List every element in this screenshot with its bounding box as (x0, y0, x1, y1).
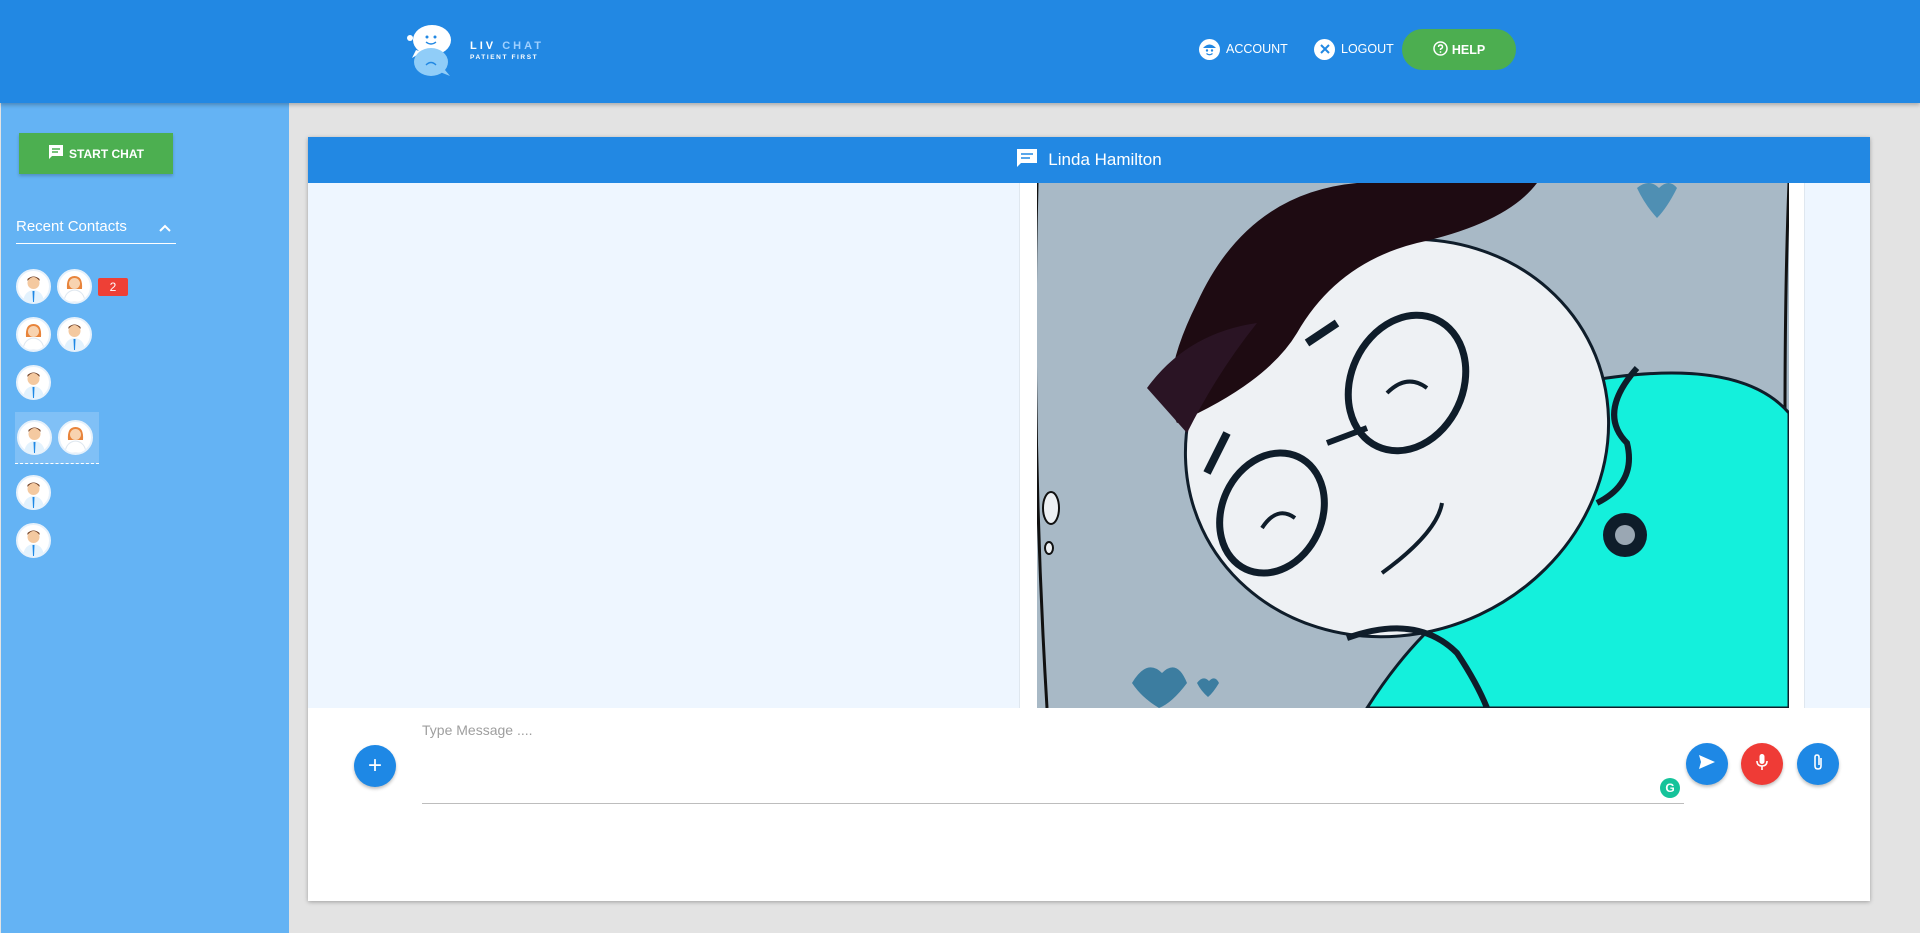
logo-title: LIV CHAT (470, 39, 544, 52)
logout-link[interactable]: LOGOUT (1314, 29, 1394, 69)
doctor-female-avatar (16, 317, 51, 352)
recent-contacts-header[interactable]: Recent Contacts (16, 218, 176, 244)
account-link[interactable]: ACCOUNT (1199, 29, 1288, 69)
voice-record-button[interactable] (1741, 743, 1783, 785)
logo-tagline: PATIENT FIRST (470, 53, 539, 61)
message-composer: + G (308, 708, 1870, 901)
recent-contacts-label: Recent Contacts (16, 218, 127, 235)
contact-group-1[interactable]: 2 (16, 269, 128, 304)
contact-group-2[interactable] (16, 317, 92, 352)
message-list[interactable] (308, 183, 1870, 708)
plus-icon: + (367, 752, 382, 779)
microphone-icon (1755, 753, 1769, 776)
start-chat-button[interactable]: START CHAT (19, 133, 173, 174)
unread-count-badge: 2 (98, 277, 128, 296)
chat-contact-name: Linda Hamilton (1048, 150, 1162, 169)
doctor-female-avatar (57, 269, 92, 304)
paperclip-icon (1812, 753, 1824, 776)
help-label: HELP (1451, 42, 1486, 57)
help-circle-icon (1433, 40, 1448, 59)
message-input[interactable] (422, 722, 1684, 804)
logout-label: LOGOUT (1341, 42, 1394, 56)
contact-group-3[interactable] (16, 365, 51, 400)
start-chat-label: START CHAT (69, 146, 144, 161)
send-icon (1698, 754, 1716, 775)
doctor-illustration-image (1037, 183, 1789, 708)
sidebar: START CHAT Recent Contacts 2 (1, 103, 289, 933)
logo-chat-bubbles-icon (404, 24, 454, 76)
contact-group-4-selected[interactable] (15, 412, 99, 464)
help-button[interactable]: HELP (1402, 29, 1516, 70)
doctor-male-avatar (16, 269, 51, 304)
close-circle-icon (1314, 38, 1335, 60)
chat-panel: Linda Hamilton + Type Message .... G (308, 137, 1870, 901)
chat-bubble-icon (1016, 148, 1038, 173)
send-button[interactable] (1686, 743, 1728, 785)
chat-header: Linda Hamilton (308, 137, 1870, 183)
doctor-male-avatar (57, 317, 92, 352)
doctor-female-avatar (58, 420, 93, 455)
image-message[interactable] (1019, 183, 1805, 708)
doctor-male-avatar (16, 523, 51, 558)
chevron-up-icon[interactable] (158, 220, 172, 237)
chat-message-icon (48, 144, 64, 163)
app-header: LIV CHAT PATIENT FIRST ACCOUNT LOGOUT HE… (0, 0, 1920, 103)
liv-chat-logo[interactable]: LIV CHAT PATIENT FIRST (404, 24, 554, 76)
doctor-male-avatar (16, 475, 51, 510)
grammarly-icon[interactable]: G (1660, 778, 1680, 798)
doctor-male-avatar (17, 420, 52, 455)
attach-file-button[interactable] (1797, 743, 1839, 785)
contact-group-5[interactable] (16, 475, 51, 510)
contact-group-6[interactable] (16, 523, 51, 558)
account-label: ACCOUNT (1226, 42, 1288, 56)
add-button[interactable]: + (354, 745, 396, 787)
account-face-icon (1199, 38, 1220, 60)
doctor-male-avatar (16, 365, 51, 400)
